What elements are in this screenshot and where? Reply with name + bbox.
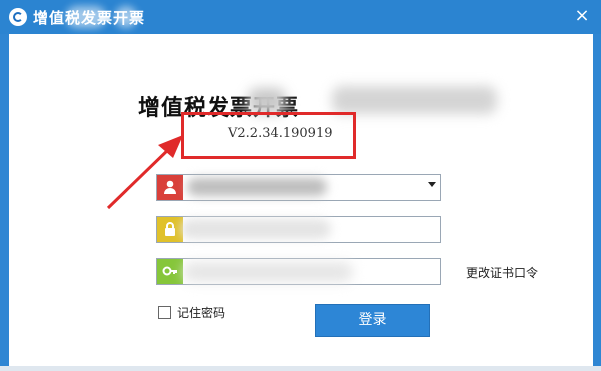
password-field[interactable] <box>156 216 441 243</box>
remember-password-option[interactable]: 记住密码 <box>158 304 225 321</box>
user-icon <box>157 175 183 200</box>
redacted-cert-password <box>183 262 353 282</box>
redacted-password <box>181 219 331 239</box>
username-select[interactable] <box>156 174 441 201</box>
lock-icon <box>157 217 183 242</box>
redacted-username <box>187 178 327 196</box>
change-cert-password-link[interactable]: 更改证书口令 <box>466 264 538 281</box>
chevron-down-icon[interactable] <box>428 182 436 187</box>
remember-password-checkbox[interactable] <box>158 306 171 319</box>
cert-password-field[interactable] <box>156 258 441 285</box>
key-icon <box>157 259 183 284</box>
login-button[interactable]: 登录 <box>315 304 430 337</box>
remember-password-label: 记住密码 <box>177 306 226 320</box>
window-bottom-edge <box>0 366 601 371</box>
